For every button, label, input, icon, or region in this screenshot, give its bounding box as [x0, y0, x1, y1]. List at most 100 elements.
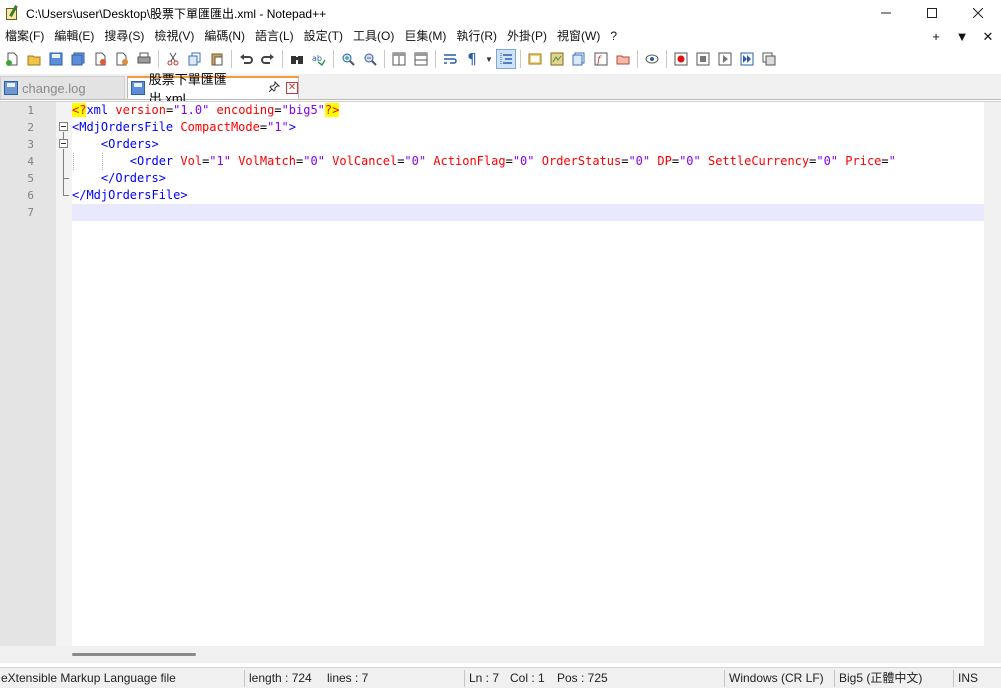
code-token-eq: [72, 137, 101, 151]
paste-icon: [211, 53, 223, 66]
fold-margin[interactable]: [56, 102, 72, 647]
doc-map-icon: [550, 52, 564, 66]
redo-button[interactable]: [258, 49, 278, 69]
user-defined-language-button[interactable]: [525, 49, 545, 69]
vertical-scrollbar[interactable]: [984, 102, 1001, 647]
indent-guide-button[interactable]: [496, 49, 516, 69]
print-icon: [137, 52, 151, 64]
status-lines: lines : 7: [327, 671, 369, 685]
close-file-button[interactable]: [90, 49, 110, 69]
folder-workspace-icon: [616, 55, 630, 65]
menu-encoding[interactable]: 編碼(N): [199, 26, 250, 47]
document-map-button[interactable]: [547, 49, 567, 69]
code-token-attr: Vol: [173, 154, 203, 168]
line-number: 2: [27, 121, 34, 134]
show-all-characters-button[interactable]: ¶: [462, 49, 482, 69]
horizontal-scrollbar[interactable]: [0, 646, 984, 663]
code-line: <Order Vol="1" VolMatch="0" VolCancel="0…: [72, 153, 984, 170]
eye-icon: [645, 54, 659, 64]
tab-list-dropdown-button[interactable]: ▼: [949, 29, 975, 44]
open-file-icon: [27, 55, 41, 66]
menu-language[interactable]: 語言(L): [250, 26, 299, 47]
close-window-button[interactable]: [955, 0, 1001, 26]
menu-macro[interactable]: 巨集(M): [399, 26, 451, 47]
menu-settings[interactable]: 設定(T): [299, 26, 348, 47]
replace-button[interactable]: ab: [309, 49, 329, 69]
status-divider: [953, 670, 954, 687]
code-token-eq: =: [881, 154, 889, 168]
function-list-button[interactable]: f: [591, 49, 611, 69]
new-file-button[interactable]: [2, 49, 22, 69]
close-tab-button[interactable]: ✕: [286, 82, 298, 94]
toolbar-separator: [333, 50, 334, 68]
status-insert-mode[interactable]: INS: [958, 668, 978, 688]
fast-forward-icon: [740, 52, 754, 66]
line-number: 6: [27, 189, 34, 202]
sync-vertical-scroll-button[interactable]: [389, 49, 409, 69]
menu-search[interactable]: 搜尋(S): [99, 26, 149, 47]
undo-button[interactable]: [236, 49, 256, 69]
horizontal-scroll-thumb[interactable]: [72, 653, 196, 656]
find-button[interactable]: [287, 49, 307, 69]
copy-button[interactable]: [185, 49, 205, 69]
close-all-button[interactable]: [112, 49, 132, 69]
print-button[interactable]: [134, 49, 154, 69]
line-number: 5: [27, 172, 34, 185]
tab-stock-orders-xml[interactable]: 股票下單匯匯出.xml ✕: [127, 72, 299, 106]
editor[interactable]: 1 2 3 4 5 6 7 <?xml version = "1.0" encodi…: [0, 101, 1001, 647]
sync-horizontal-scroll-button[interactable]: [411, 49, 431, 69]
menu-edit[interactable]: 編輯(E): [49, 26, 99, 47]
toolbar-separator: [384, 50, 385, 68]
new-tab-button[interactable]: +: [923, 29, 949, 44]
menu-window[interactable]: 視窗(W): [552, 26, 605, 47]
status-divider: [464, 670, 465, 687]
save-macro-button[interactable]: [759, 49, 779, 69]
save-all-button[interactable]: [68, 49, 88, 69]
code-token-pi: <?: [72, 103, 87, 117]
code-token-attr: VolCancel: [324, 154, 398, 168]
zoom-out-button[interactable]: [360, 49, 380, 69]
function-list-icon: f: [594, 52, 608, 66]
folder-as-workspace-button[interactable]: [613, 49, 633, 69]
paste-button[interactable]: [207, 49, 227, 69]
stop-recording-button[interactable]: [693, 49, 713, 69]
code-token-pi: ?>: [324, 103, 340, 117]
cut-button[interactable]: [163, 49, 183, 69]
menu-file[interactable]: 檔案(F): [0, 26, 49, 47]
tab-change-log[interactable]: change.log: [0, 76, 125, 99]
document-list-button[interactable]: [569, 49, 589, 69]
menu-bar: 檔案(F) 編輯(E) 搜尋(S) 檢視(V) 編碼(N) 語言(L) 設定(T…: [0, 26, 1001, 47]
title-bar: C:\Users\user\Desktop\股票下單匯匯出.xml - Note…: [0, 0, 1001, 26]
menu-tools[interactable]: 工具(O): [348, 26, 399, 47]
menu-run[interactable]: 執行(R): [451, 26, 502, 47]
pin-icon[interactable]: [268, 80, 281, 95]
status-encoding[interactable]: Big5 (正體中文): [839, 668, 922, 688]
playback-macro-button[interactable]: [715, 49, 735, 69]
code-area[interactable]: <?xml version="1.0" encoding="big5"?> <M…: [72, 102, 984, 647]
fold-toggle-mdjordersfile[interactable]: [59, 122, 68, 131]
monitoring-button[interactable]: [642, 49, 662, 69]
close-document-button[interactable]: ✕: [975, 29, 1001, 45]
redo-icon: [261, 54, 274, 64]
word-wrap-button[interactable]: [440, 49, 460, 69]
menu-plugins[interactable]: 外掛(P): [502, 26, 552, 47]
menu-help[interactable]: ?: [605, 26, 622, 47]
code-token-tag: <Orders>: [100, 137, 159, 151]
run-macro-multiple-button[interactable]: [737, 49, 757, 69]
show-all-characters-dropdown[interactable]: ▼: [484, 49, 494, 69]
open-file-button[interactable]: [24, 49, 44, 69]
fold-toggle-orders[interactable]: [59, 139, 68, 148]
maximize-button[interactable]: [909, 0, 955, 26]
status-col: Col : 1: [510, 671, 545, 685]
status-eol[interactable]: Windows (CR LF): [729, 668, 824, 688]
dropdown-arrow-icon: ▼: [485, 54, 493, 64]
save-macro-icon: [762, 52, 776, 66]
save-button[interactable]: [46, 49, 66, 69]
toolbar-separator: [282, 50, 283, 68]
menu-view[interactable]: 檢視(V): [149, 26, 199, 47]
notepad-plus-plus-app-icon: [4, 5, 20, 21]
record-macro-button[interactable]: [671, 49, 691, 69]
zoom-in-button[interactable]: [338, 49, 358, 69]
minimize-button[interactable]: [863, 0, 909, 26]
toolbar-separator: [231, 50, 232, 68]
